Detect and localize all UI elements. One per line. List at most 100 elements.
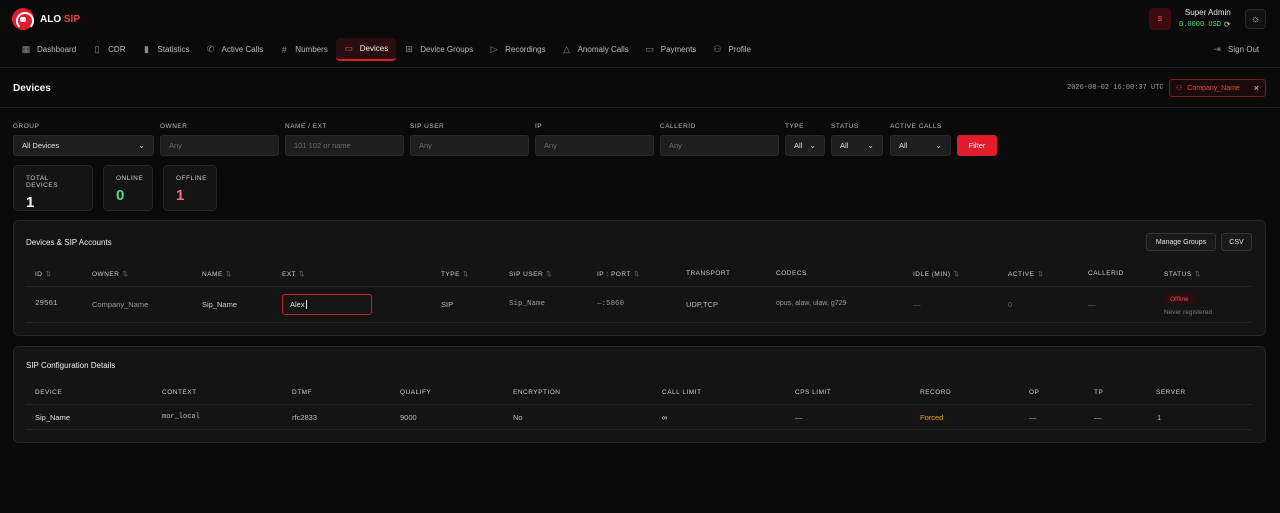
nav-dashboard[interactable]: ▦ Dashboard [13, 38, 84, 61]
sign-out-label: Sign Out [1228, 45, 1260, 54]
manage-groups-button[interactable]: Manage Groups [1146, 233, 1216, 251]
bar-chart-icon: ▮ [144, 44, 149, 54]
nav-cdr[interactable]: ▯ CDR [84, 38, 133, 61]
col-encryption: ENCRYPTION [513, 389, 561, 396]
col-type[interactable]: TYPE ⇅ [441, 270, 469, 278]
cell-ip-port: —:5060 [597, 300, 625, 308]
name-ext-input[interactable]: 101 102 or name [285, 135, 404, 156]
cell-name[interactable]: Sip_Name [202, 300, 237, 309]
stat-value: 1 [26, 194, 35, 211]
ext-edit-input[interactable]: Alex [282, 294, 372, 315]
nav-label: Anomaly Calls [577, 45, 629, 54]
sip-config-panel-title: SIP Configuration Details [26, 361, 116, 370]
cell-encryption: No [513, 413, 523, 422]
sort-icon: ⇅ [546, 271, 553, 278]
headset-logo-icon [12, 8, 34, 30]
avatar[interactable]: S [1149, 8, 1171, 30]
nav-active-calls[interactable]: ✆ Active Calls [198, 38, 272, 61]
close-icon[interactable]: × [1254, 83, 1259, 93]
col-name[interactable]: NAME ⇅ [202, 270, 232, 278]
col-server: SERVER [1156, 389, 1186, 396]
theme-toggle-button[interactable]: ☼ [1245, 9, 1266, 29]
layout-icon: ⊞ [405, 44, 413, 54]
cell-active: 0 [1008, 300, 1013, 309]
stat-label: OFFLINE [176, 175, 207, 182]
active-calls-select[interactable]: All ⌄ [890, 135, 951, 156]
group-label: GROUP [13, 123, 40, 130]
sun-icon: ☼ [1250, 13, 1261, 25]
cell-cps-limit: — [795, 413, 803, 422]
ext-edit-value: Alex [290, 300, 305, 309]
divider [0, 107, 1280, 108]
nav-label: Device Groups [420, 45, 474, 54]
col-ip-port[interactable]: IP : PORT ⇅ [597, 270, 640, 278]
sign-out-icon: ⇥ [1213, 44, 1221, 54]
col-status[interactable]: STATUS ⇅ [1164, 270, 1201, 278]
sign-out-button[interactable]: ⇥ Sign Out [1204, 38, 1267, 61]
csv-button[interactable]: CSV [1221, 233, 1252, 251]
stat-offline: OFFLINE 1 [163, 165, 217, 211]
cell-server: 1 [1157, 413, 1162, 422]
brand-name: ALO SIP [40, 14, 80, 25]
company-filter-label: Company_Name [1187, 84, 1240, 92]
nav-recordings[interactable]: ▷ Recordings [481, 38, 553, 61]
nav-profile[interactable]: ⚇ Profile [704, 38, 759, 61]
stat-online: ONLINE 0 [103, 165, 153, 211]
col-label: OWNER [92, 271, 120, 278]
col-sip-user[interactable]: SIP USER ⇅ [509, 270, 552, 278]
cell-owner: Company_Name [92, 300, 149, 309]
nav-devices[interactable]: ▭ Devices [335, 38, 397, 61]
company-filter-chip[interactable]: ⚇ Company_Name × [1169, 79, 1266, 97]
col-ext[interactable]: EXT ⇅ [282, 270, 305, 278]
status-select[interactable]: All ⌄ [831, 135, 883, 156]
owner-label: OWNER [160, 123, 188, 130]
col-callerid: CALLERID [1088, 270, 1124, 277]
col-label: IP : PORT [597, 271, 631, 278]
user-icon: ⚇ [1176, 85, 1183, 92]
credit-card-icon: ▭ [645, 44, 654, 54]
nav-label: Recordings [505, 45, 546, 54]
cell-op: — [1029, 413, 1037, 422]
col-label: EXT [282, 271, 297, 278]
stat-label: TOTAL DEVICES [26, 175, 59, 189]
group-select[interactable]: All Devices ⌄ [13, 135, 154, 156]
cell-idle: — [913, 300, 921, 309]
sort-icon: ⇅ [1037, 271, 1044, 278]
sip-user-input[interactable]: Any [410, 135, 529, 156]
nav-anomaly-calls[interactable]: △ Anomaly Calls [554, 38, 637, 61]
refresh-icon[interactable]: ⟳ [1224, 20, 1231, 30]
text-caret [305, 300, 307, 309]
nav-label: Devices [359, 44, 389, 53]
owner-input[interactable]: Any [160, 135, 279, 156]
logo[interactable]: ALO SIP [12, 8, 80, 30]
filter-button[interactable]: Filter [957, 135, 997, 156]
play-circle-icon: ▷ [490, 44, 498, 54]
nav-payments[interactable]: ▭ Payments [637, 38, 705, 61]
col-owner[interactable]: OWNER ⇅ [92, 270, 128, 278]
stat-label: ONLINE [116, 175, 144, 182]
callerid-input[interactable]: Any [660, 135, 779, 156]
ip-input[interactable]: Any [535, 135, 654, 156]
sort-icon: ⇅ [299, 271, 306, 278]
col-idle[interactable]: IDLE (MIN) ⇅ [913, 270, 959, 278]
nav-device-groups[interactable]: ⊞ Device Groups [396, 38, 481, 61]
hash-icon: # [281, 44, 287, 55]
type-select[interactable]: All ⌄ [785, 135, 825, 156]
status-note: Never registered [1164, 309, 1213, 316]
chevron-down-icon: ⌄ [935, 141, 942, 150]
user-meta: Super Admin 0.0000 USD ⟳ [1179, 8, 1231, 30]
nav-label: CDR [108, 45, 126, 54]
stat-total-devices: TOTAL DEVICES 1 [13, 165, 93, 211]
nav-numbers[interactable]: # Numbers [271, 38, 335, 61]
col-label: NAME [202, 271, 223, 278]
user-icon: ⚇ [713, 44, 722, 54]
user-box[interactable]: S Super Admin 0.0000 USD ⟳ [1149, 8, 1231, 30]
active-calls-select-value: All [899, 141, 908, 150]
ip-label: IP [535, 123, 543, 130]
balance-value: 0.0000 USD [1179, 21, 1222, 29]
nav-statistics[interactable]: ▮ Statistics [133, 38, 197, 61]
col-id[interactable]: ID ⇅ [35, 270, 51, 278]
group-select-value: All Devices [22, 141, 60, 150]
col-active[interactable]: ACTIVE ⇅ [1008, 270, 1043, 278]
nav-label: Numbers [295, 45, 328, 54]
